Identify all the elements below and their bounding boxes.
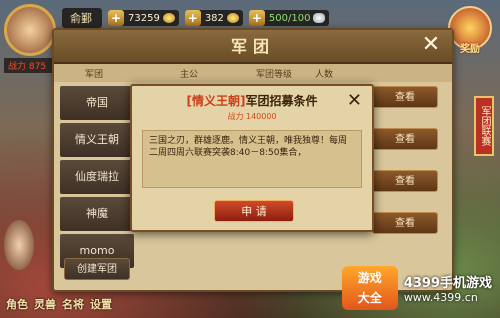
legion-table-header: 军团 主公 军团等级 人数 [54, 64, 452, 82]
legion-list: 帝国 情义王朝 仙度瑞拉 神魔 momo [60, 86, 134, 271]
legion-item[interactable]: 情义王朝 [60, 123, 134, 157]
col-legion: 军团 [84, 69, 103, 80]
ingot-value: 382 [204, 12, 224, 24]
stamina-value: 500/100 [268, 12, 311, 24]
col-members: 人数 [314, 69, 333, 80]
menu-spirit-beast[interactable]: 灵兽 [34, 296, 56, 312]
legion-item[interactable]: 仙度瑞拉 [60, 160, 134, 194]
watermark-url: www.4399.cn [403, 291, 478, 304]
view-button-column: 查看 查看 查看 查看 [372, 86, 438, 254]
view-button[interactable]: 查看 [372, 86, 438, 108]
player-power: 战力 875 [4, 58, 52, 73]
legion-item[interactable]: 神魔 [60, 197, 134, 231]
popup-power-requirement: 战力 140000 [227, 112, 277, 121]
close-icon[interactable]: ✕ [347, 90, 362, 111]
view-button[interactable]: 查看 [372, 212, 438, 234]
watermark-brand: 4399手机游戏 [403, 276, 492, 291]
col-lord: 主公 [179, 69, 198, 80]
view-button[interactable]: 查看 [372, 128, 438, 150]
popup-title: [情义王朝]军团招募条件 [132, 92, 372, 109]
close-icon[interactable]: ✕ [420, 34, 442, 56]
stamina-resource: + 500/100 [248, 10, 330, 26]
popup-description: 三国之刃，群雄逐鹿。情义王朝，唯我独尊！每周二周四周六联赛突袭8:40－8:50… [142, 130, 362, 188]
add-gold-button[interactable]: + [108, 10, 124, 26]
player-name: 俞鄞 [62, 8, 102, 28]
top-hud: 俞鄞 + 73259 + 382 + 500/100 [62, 8, 330, 28]
legion-item[interactable]: 帝国 [60, 86, 134, 120]
legion-league-banner[interactable]: 军团联赛 [474, 96, 494, 156]
gold-coin-icon [162, 13, 175, 23]
gold-resource: + 73259 [108, 10, 179, 26]
bottom-menu: 角色 灵兽 名将 设置 [6, 296, 112, 312]
menu-character[interactable]: 角色 [6, 296, 28, 312]
dialog-title: 军团 [230, 37, 275, 56]
dialog-footer: 创建军团 [64, 258, 130, 280]
watermark-text: 4399手机游戏 www.4399.cn [404, 272, 492, 304]
recruit-popup: ✕ [情义王朝]军团招募条件 战力 140000 三国之刃，群雄逐鹿。情义王朝，… [130, 84, 374, 232]
watermark-logo: 游戏 大全 [341, 266, 398, 310]
player-avatar[interactable] [4, 4, 56, 56]
create-legion-button[interactable]: 创建军团 [64, 258, 130, 280]
stamina-icon [313, 13, 326, 23]
watermark: 游戏 大全 4399手机游戏 www.4399.cn [341, 266, 492, 310]
menu-settings[interactable]: 设置 [90, 296, 112, 312]
apply-button[interactable]: 申 请 [214, 200, 294, 222]
add-ingot-button[interactable]: + [184, 10, 201, 26]
col-level: 军团等级 [255, 69, 292, 80]
ingot-icon [226, 13, 239, 23]
ingot-resource: + 382 [184, 10, 243, 26]
popup-title-text: 军团招募条件 [245, 94, 318, 108]
view-button[interactable]: 查看 [372, 170, 438, 192]
gold-value: 73259 [128, 12, 160, 24]
reward-label: 奖励 [460, 44, 480, 55]
chat-avatar[interactable] [4, 220, 34, 270]
popup-legion-name: [情义王朝] [186, 94, 246, 108]
menu-generals[interactable]: 名将 [62, 296, 84, 312]
add-stamina-button[interactable]: + [248, 10, 265, 26]
dialog-header: 军团 ✕ [54, 30, 452, 64]
